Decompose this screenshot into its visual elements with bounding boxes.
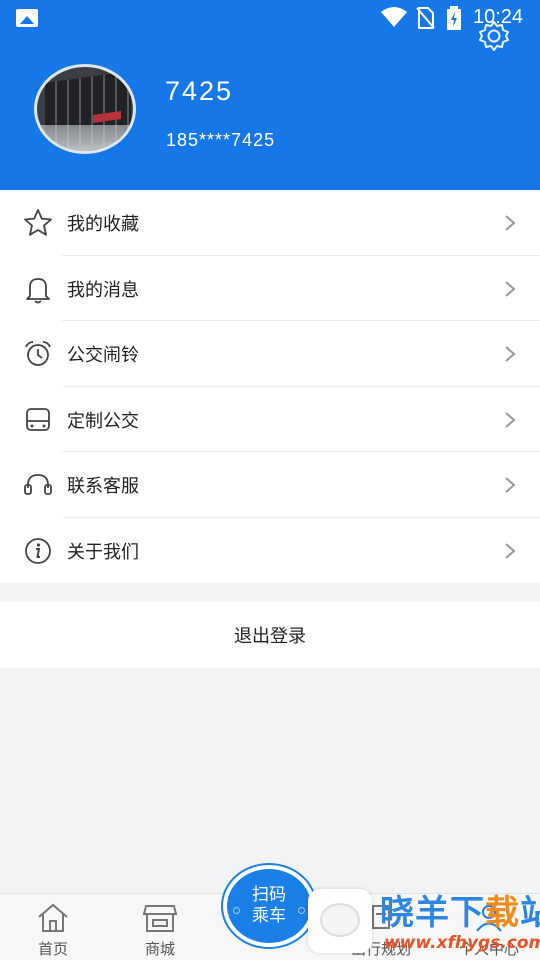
watermark-url: www.xfhygs.com (384, 933, 540, 953)
menu-item-bus-alarm[interactable]: 公交闹铃 (0, 321, 540, 387)
menu-item-about-us[interactable]: 关于我们 (0, 518, 540, 584)
menu-item-custom-bus[interactable]: 定制公交 (0, 387, 540, 452)
scan-label-line1: 扫码 (252, 885, 286, 905)
bell-icon (26, 277, 50, 303)
home-icon (38, 903, 68, 932)
menu-label: 关于我们 (67, 541, 139, 563)
bus-icon (26, 407, 50, 431)
chevron-right-icon (505, 346, 516, 362)
info-icon (25, 537, 51, 564)
scan-to-ride-button[interactable]: 扫码 乘车 (223, 865, 315, 947)
settings-menu: 我的收藏 我的消息 公交闹铃 定制公交 联系客服 关于我们 (0, 190, 540, 583)
settings-gear-icon[interactable] (476, 18, 512, 54)
star-icon (24, 209, 52, 236)
chevron-right-icon (505, 542, 516, 559)
menu-label: 我的消息 (67, 279, 139, 301)
wifi-icon (381, 7, 407, 27)
alarm-clock-icon (25, 341, 51, 366)
store-icon (142, 905, 178, 932)
headset-icon (24, 474, 52, 495)
username: 7425 (165, 76, 234, 106)
site-watermark: 晓羊下载站 www.xfhygs.com (308, 885, 540, 960)
no-sim-icon (416, 7, 435, 29)
scan-label-line2: 乘车 (252, 906, 286, 926)
menu-item-messages[interactable]: 我的消息 (0, 256, 540, 321)
tab-label: 首页 (37, 940, 68, 958)
status-bar: 10:24 (0, 0, 540, 36)
tab-mall[interactable]: 商城 (115, 894, 205, 960)
battery-charging-icon (447, 6, 461, 30)
menu-label: 我的收藏 (67, 214, 139, 235)
watermark-title: 晓羊下载站 (380, 893, 540, 933)
image-notification-icon (16, 9, 38, 27)
chevron-right-icon (505, 477, 516, 493)
chevron-right-icon (505, 411, 516, 428)
tab-label: 商城 (144, 940, 175, 958)
logout-button[interactable]: 退出登录 (0, 602, 540, 668)
menu-label: 定制公交 (67, 410, 139, 432)
menu-label: 公交闹铃 (67, 345, 139, 366)
sheep-logo-icon (308, 889, 372, 953)
menu-label: 联系客服 (67, 476, 139, 497)
menu-item-customer-service[interactable]: 联系客服 (0, 452, 540, 518)
chevron-right-icon (505, 215, 516, 231)
chevron-right-icon (505, 280, 516, 297)
phone-number: 185****7425 (166, 130, 276, 150)
profile-header: 10:24 7425 185****7425 (0, 0, 540, 190)
avatar[interactable] (34, 64, 136, 154)
menu-item-favorites[interactable]: 我的收藏 (0, 190, 540, 256)
tab-home[interactable]: 首页 (8, 894, 98, 960)
